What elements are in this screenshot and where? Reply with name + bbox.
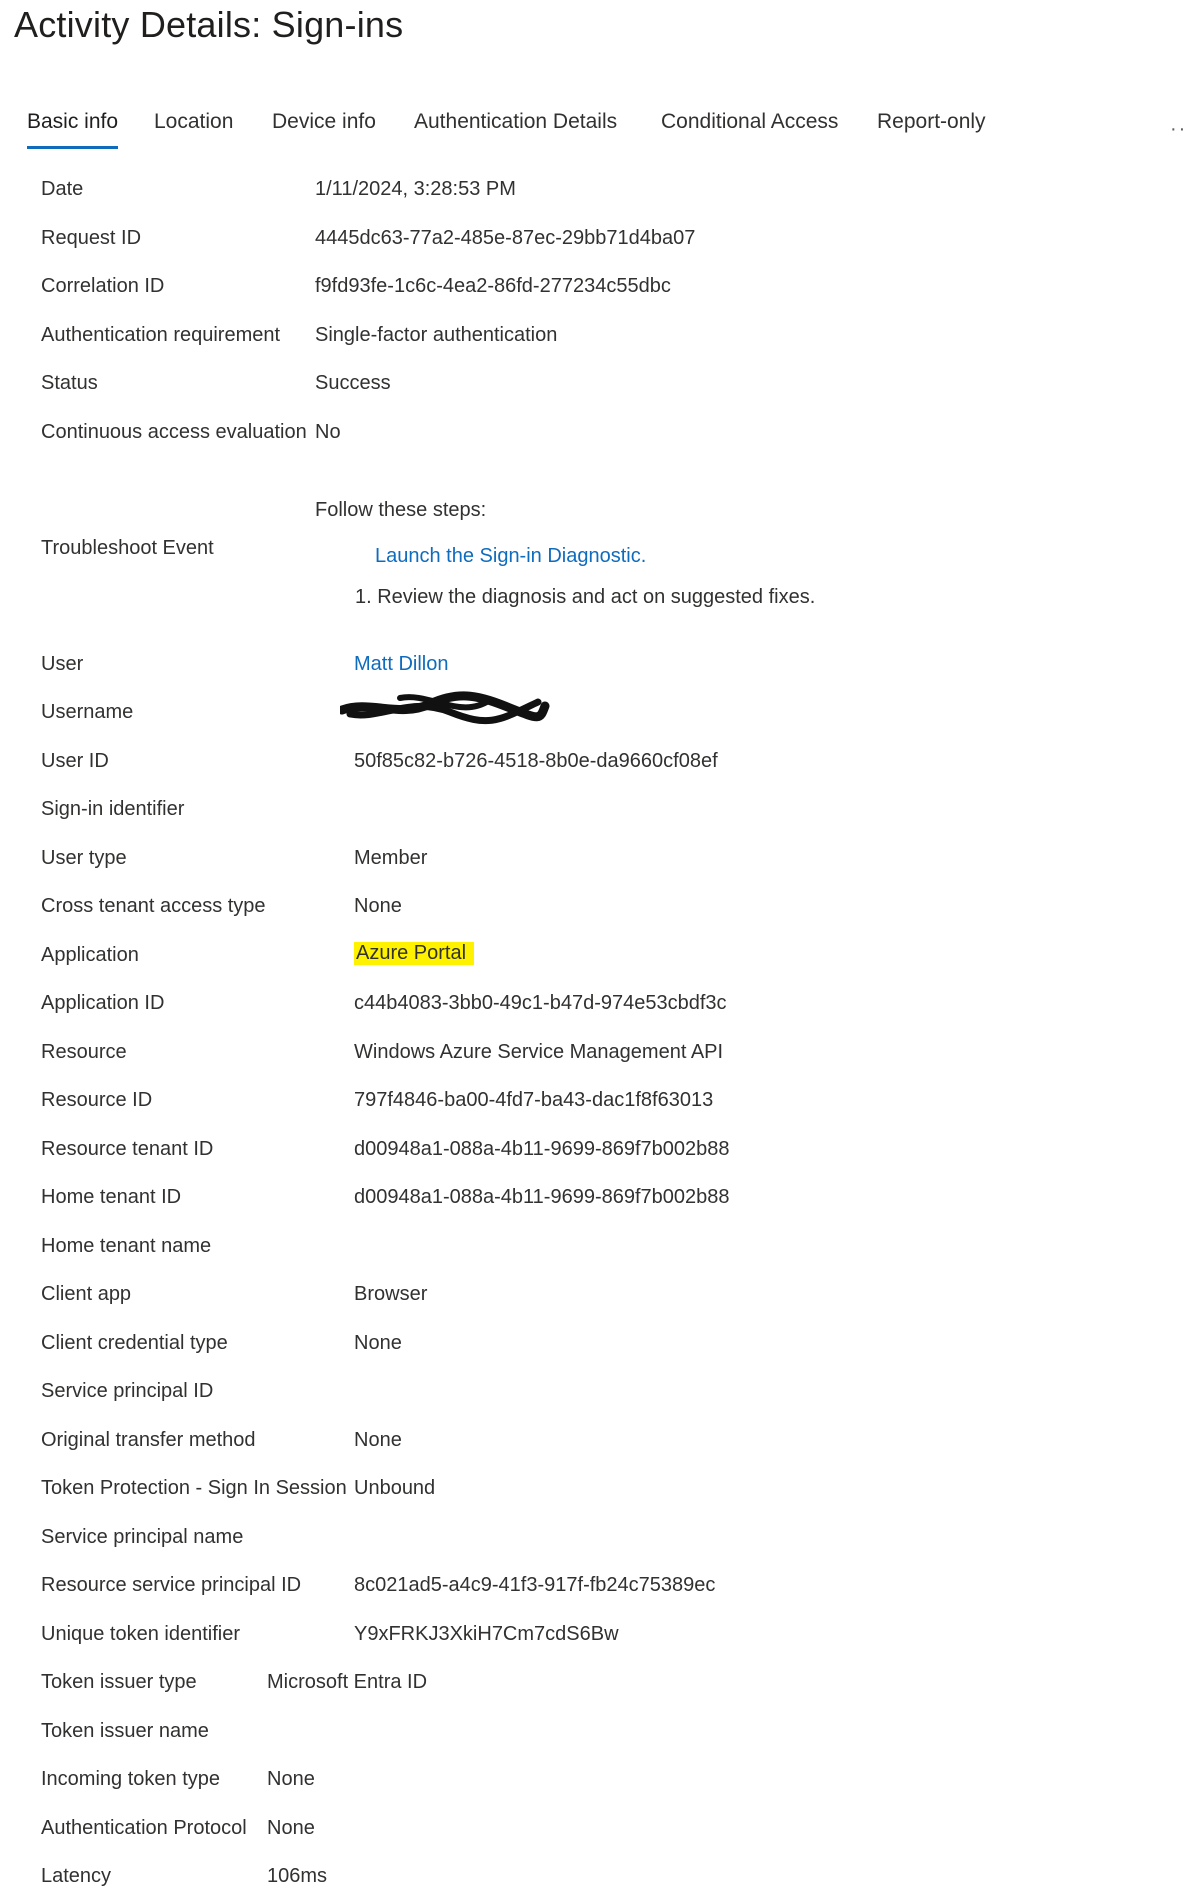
application-value: Azure Portal bbox=[354, 942, 475, 965]
cross-tenant-value: None bbox=[354, 895, 402, 917]
resource-tenant-id-value: d00948a1-088a-4b11-9699-869f7b002b88 bbox=[354, 1138, 730, 1160]
tab-report-only[interactable]: Report-only bbox=[877, 110, 986, 134]
resource-label: Resource bbox=[41, 1041, 127, 1063]
user-label: User bbox=[41, 653, 84, 675]
service-principal-id-label: Service principal ID bbox=[41, 1380, 214, 1402]
resource-sp-id-label: Resource service principal ID bbox=[41, 1574, 302, 1596]
application-id-label: Application ID bbox=[41, 992, 165, 1014]
home-tenant-id-value: d00948a1-088a-4b11-9699-869f7b002b88 bbox=[354, 1186, 730, 1208]
user-id-label: User ID bbox=[41, 750, 109, 772]
cae-value: No bbox=[315, 421, 341, 443]
client-credential-type-label: Client credential type bbox=[41, 1332, 228, 1354]
date-value: 1/11/2024, 3:28:53 PM bbox=[315, 178, 516, 200]
token-issuer-name-label: Token issuer name bbox=[41, 1720, 209, 1742]
tab-authentication-details[interactable]: Authentication Details bbox=[414, 110, 617, 134]
token-issuer-type-value: Microsoft Entra ID bbox=[267, 1671, 428, 1693]
request-id-value: 4445dc63-77a2-485e-87ec-29bb71d4ba07 bbox=[315, 227, 696, 249]
redaction-scribble bbox=[340, 691, 550, 725]
tab-device-info[interactable]: Device info bbox=[272, 110, 376, 134]
auth-requirement-label: Authentication requirement bbox=[41, 324, 281, 346]
sign-in-diagnostic-link[interactable]: Launch the Sign-in Diagnostic. bbox=[375, 545, 646, 568]
incoming-token-type-value: None bbox=[267, 1768, 315, 1790]
token-issuer-type-label: Token issuer type bbox=[41, 1671, 197, 1693]
user-link[interactable]: Matt Dillon bbox=[354, 653, 448, 676]
auth-requirement-value: Single-factor authentication bbox=[315, 324, 558, 346]
resource-id-label: Resource ID bbox=[41, 1089, 153, 1111]
user-type-value: Member bbox=[354, 847, 428, 869]
page-title: Activity Details: Sign-ins bbox=[14, 4, 404, 45]
client-credential-type-value: None bbox=[354, 1332, 402, 1354]
service-principal-name-label: Service principal name bbox=[41, 1526, 244, 1548]
status-value: Success bbox=[315, 372, 391, 394]
cross-tenant-label: Cross tenant access type bbox=[41, 895, 266, 917]
latency-value: 106ms bbox=[267, 1865, 328, 1887]
troubleshoot-step: 1. Review the diagnosis and act on sugge… bbox=[355, 586, 816, 608]
token-protection-label: Token Protection - Sign In Session bbox=[41, 1477, 347, 1499]
unique-token-id-label: Unique token identifier bbox=[41, 1623, 241, 1645]
more-tabs-icon[interactable]: ·· bbox=[1170, 118, 1183, 141]
tab-bar: Basic info Location Device info Authenti… bbox=[0, 110, 1183, 160]
home-tenant-name-label: Home tenant name bbox=[41, 1235, 212, 1257]
client-app-label: Client app bbox=[41, 1283, 132, 1305]
correlation-id-label: Correlation ID bbox=[41, 275, 165, 297]
tab-basic-info[interactable]: Basic info bbox=[27, 110, 119, 149]
tab-location[interactable]: Location bbox=[154, 110, 233, 134]
application-label: Application bbox=[41, 944, 139, 966]
user-id-value: 50f85c82-b726-4518-8b0e-da9660cf08ef bbox=[354, 750, 718, 772]
token-protection-value: Unbound bbox=[354, 1477, 436, 1499]
user-type-label: User type bbox=[41, 847, 127, 869]
original-transfer-method-value: None bbox=[354, 1429, 402, 1451]
home-tenant-id-label: Home tenant ID bbox=[41, 1186, 182, 1208]
resource-tenant-id-label: Resource tenant ID bbox=[41, 1138, 214, 1160]
resource-value: Windows Azure Service Management API bbox=[354, 1041, 724, 1063]
resource-id-value: 797f4846-ba00-4fd7-ba43-dac1f8f63013 bbox=[354, 1089, 714, 1111]
status-label: Status bbox=[41, 372, 98, 394]
incoming-token-type-label: Incoming token type bbox=[41, 1768, 220, 1790]
troubleshoot-intro: Follow these steps: bbox=[315, 499, 487, 521]
client-app-value: Browser bbox=[354, 1283, 428, 1305]
resource-sp-id-value: 8c021ad5-a4c9-41f3-917f-fb24c75389ec bbox=[354, 1574, 716, 1596]
troubleshoot-label: Troubleshoot Event bbox=[41, 537, 214, 559]
username-label: Username bbox=[41, 701, 134, 723]
request-id-label: Request ID bbox=[41, 227, 142, 249]
auth-protocol-value: None bbox=[267, 1817, 315, 1839]
original-transfer-method-label: Original transfer method bbox=[41, 1429, 256, 1451]
latency-label: Latency bbox=[41, 1865, 112, 1887]
application-id-value: c44b4083-3bb0-49c1-b47d-974e53cbdf3c bbox=[354, 992, 727, 1014]
auth-protocol-label: Authentication Protocol bbox=[41, 1817, 247, 1839]
cae-label: Continuous access evaluation bbox=[41, 421, 307, 443]
unique-token-id-value: Y9xFRKJ3XkiH7Cm7cdS6Bw bbox=[354, 1623, 619, 1645]
tab-conditional-access[interactable]: Conditional Access bbox=[661, 110, 838, 134]
correlation-id-value: f9fd93fe-1c6c-4ea2-86fd-277234c55dbc bbox=[315, 275, 671, 297]
signin-identifier-label: Sign-in identifier bbox=[41, 798, 185, 820]
date-label: Date bbox=[41, 178, 84, 200]
